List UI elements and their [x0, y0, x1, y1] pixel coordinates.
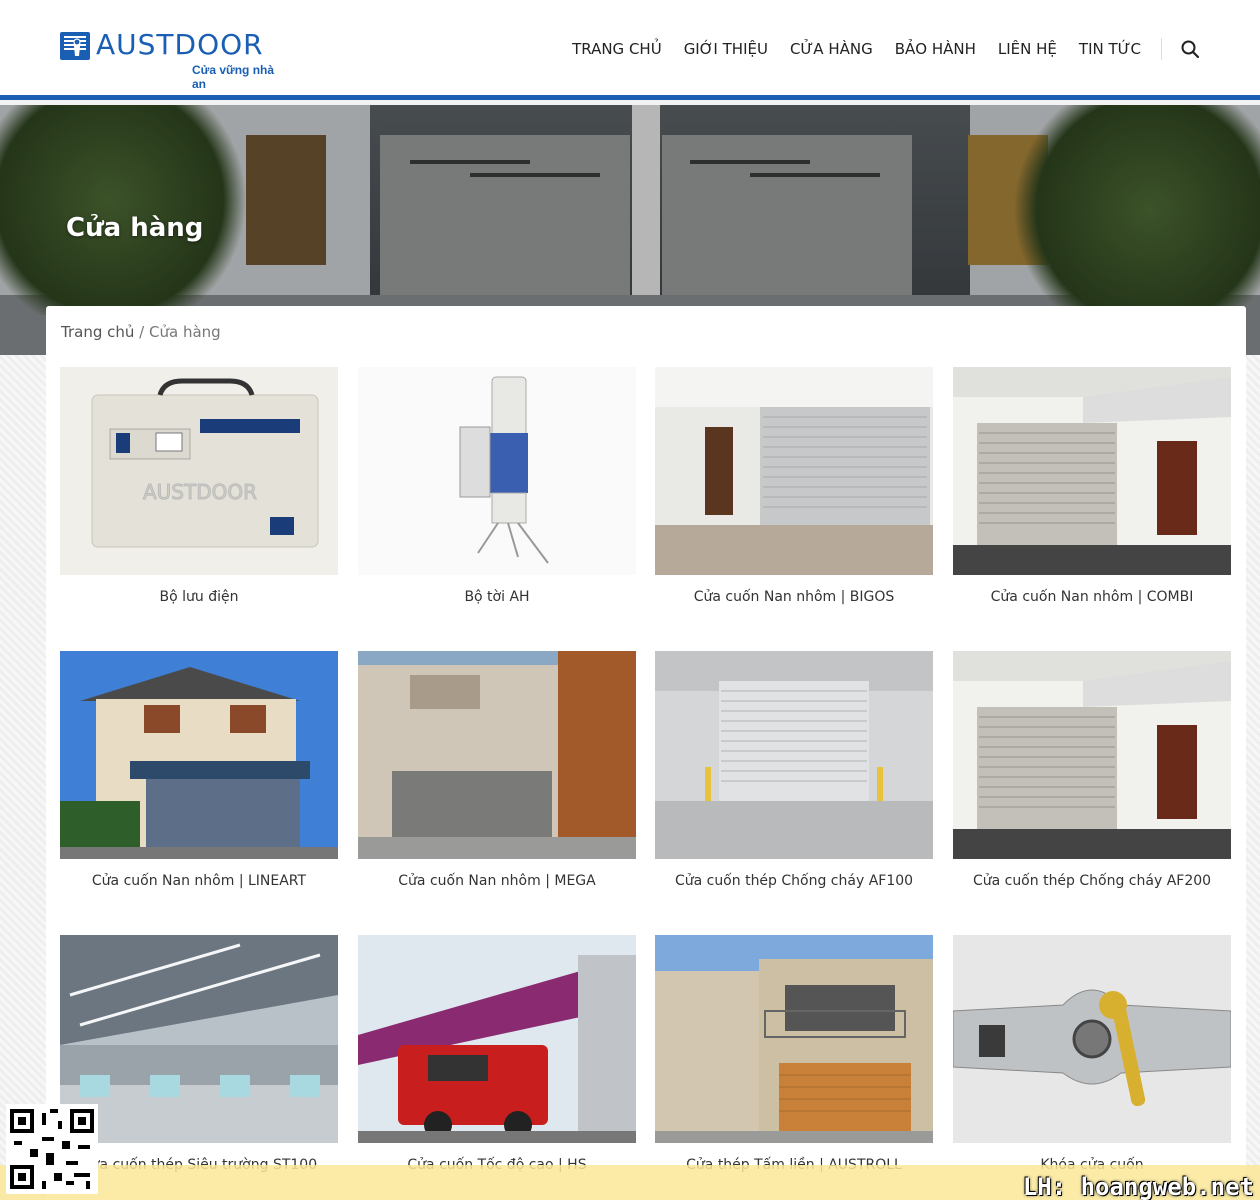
site-header: AUSTDOOR Cửa vững nhà an TRANG CHỦ GIỚI … — [0, 0, 1260, 100]
product-card[interactable]: Cửa cuốn Nan nhôm | BIGOS — [655, 367, 933, 627]
nav-item-news[interactable]: TIN TỨC — [1079, 40, 1141, 58]
page-background-left — [0, 355, 46, 1165]
product-image[interactable] — [953, 367, 1231, 575]
product-image[interactable] — [655, 367, 933, 575]
breadcrumb-separator: / — [139, 323, 145, 341]
product-name[interactable]: Cửa cuốn Nan nhôm | BIGOS — [655, 589, 933, 605]
product-card[interactable]: Bộ tời AH — [358, 367, 636, 627]
breadcrumb-home-link[interactable]: Trang chủ — [61, 323, 134, 341]
product-card[interactable]: Khóa cửa cuốn — [953, 935, 1231, 1195]
product-image[interactable] — [60, 935, 338, 1143]
product-card[interactable]: Cửa cuốn Nan nhôm | COMBI — [953, 367, 1231, 627]
product-name[interactable]: Cửa cuốn Nan nhôm | LINEART — [60, 873, 338, 889]
brand-mark-icon — [60, 32, 90, 60]
breadcrumb-current: Cửa hàng — [149, 323, 221, 341]
nav-item-warranty[interactable]: BẢO HÀNH — [895, 40, 976, 58]
nav-item-contact[interactable]: LIÊN HỆ — [998, 40, 1057, 58]
breadcrumb: Trang chủ / Cửa hàng — [61, 323, 221, 341]
page-background-right — [1246, 355, 1260, 1165]
product-image[interactable] — [655, 651, 933, 859]
product-image[interactable] — [655, 935, 933, 1143]
nav-item-shop[interactable]: CỬA HÀNG — [790, 40, 873, 58]
product-name[interactable]: Cửa cuốn Nan nhôm | MEGA — [358, 873, 636, 889]
search-icon[interactable] — [1180, 39, 1200, 59]
page-title: Cửa hàng — [66, 213, 204, 243]
product-card[interactable]: Cửa cuốn Tốc độ cao | HS — [358, 935, 636, 1195]
product-image[interactable] — [60, 651, 338, 859]
product-image[interactable] — [953, 651, 1231, 859]
shop-content: Trang chủ / Cửa hàng AUSTDOOR Bộ lưu điệ… — [46, 306, 1246, 1200]
nav-item-about[interactable]: GIỚI THIỆU — [684, 40, 768, 58]
product-image[interactable] — [953, 935, 1231, 1143]
nav-divider — [1161, 38, 1162, 60]
product-card[interactable]: AUSTDOOR Bộ lưu điện — [60, 367, 338, 627]
product-card[interactable]: Cửa cuốn Nan nhôm | MEGA — [358, 651, 636, 911]
qr-code-icon — [6, 1104, 98, 1194]
product-name[interactable]: Bộ lưu điện — [60, 589, 338, 605]
main-nav: TRANG CHỦ GIỚI THIỆU CỬA HÀNG BẢO HÀNH L… — [550, 38, 1200, 60]
product-card[interactable]: Cửa thép Tấm liền | AUSTROLL — [655, 935, 933, 1195]
product-card[interactable]: Cửa cuốn thép Siêu trường ST100 — [60, 935, 338, 1195]
nav-item-home[interactable]: TRANG CHỦ — [572, 40, 662, 58]
product-card[interactable]: Cửa cuốn thép Chống cháy AF100 — [655, 651, 933, 911]
product-image[interactable] — [358, 935, 636, 1143]
product-image[interactable] — [358, 651, 636, 859]
brand-tagline: Cửa vững nhà an — [192, 63, 275, 91]
product-image[interactable]: AUSTDOOR — [60, 367, 338, 575]
product-name[interactable]: Bộ tời AH — [358, 589, 636, 605]
svg-text:AUSTDOOR: AUSTDOOR — [143, 480, 257, 504]
brand-name: AUSTDOOR — [96, 28, 264, 61]
product-image[interactable] — [358, 367, 636, 575]
product-card[interactable]: Cửa cuốn thép Chống cháy AF200 — [953, 651, 1231, 911]
brand-logo[interactable]: AUSTDOOR Cửa vững nhà an — [60, 28, 290, 91]
product-name[interactable]: Cửa cuốn Nan nhôm | COMBI — [953, 589, 1231, 605]
product-name[interactable]: Cửa cuốn thép Chống cháy AF100 — [655, 873, 933, 889]
product-name[interactable]: Cửa cuốn thép Chống cháy AF200 — [953, 873, 1231, 889]
watermark: LH: hoangweb.net — [1022, 1173, 1254, 1200]
product-card[interactable]: Cửa cuốn Nan nhôm | LINEART — [60, 651, 338, 911]
